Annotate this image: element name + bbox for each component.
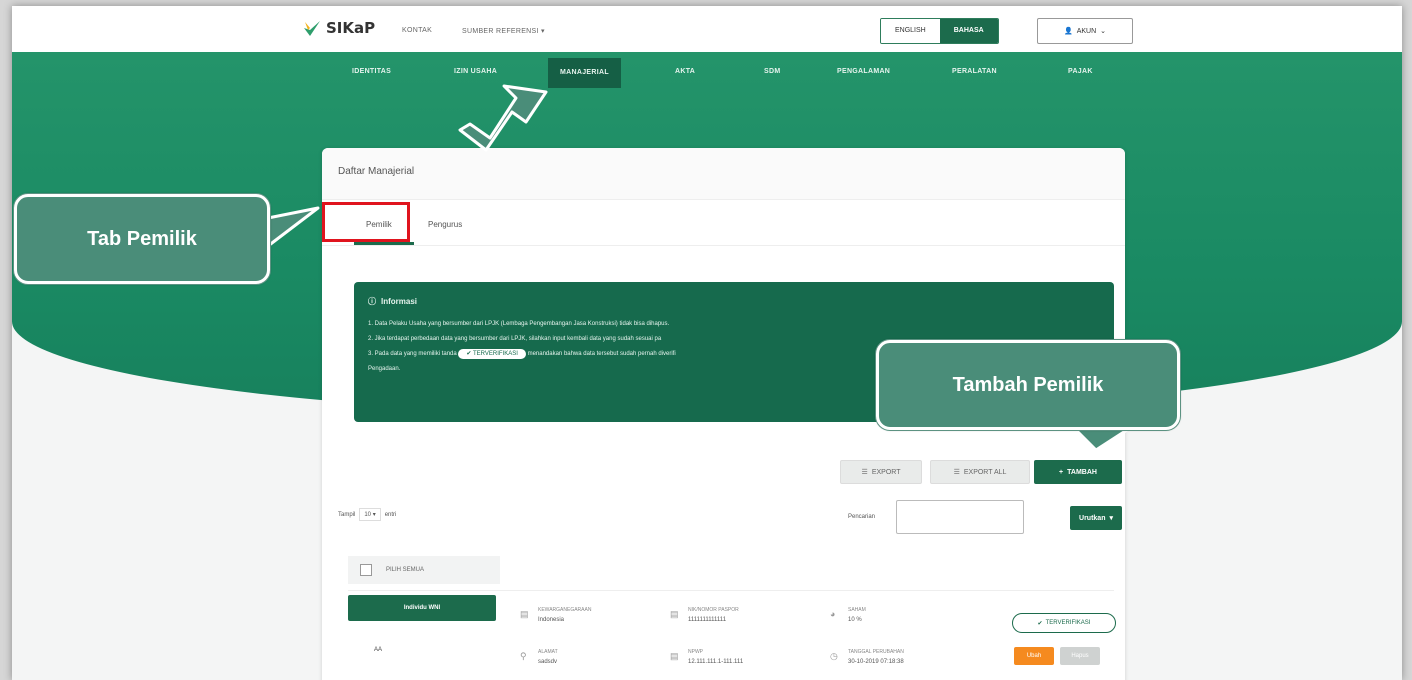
highlight-box-tab-pemilik: [322, 202, 410, 242]
callout-tail-tab: [266, 206, 320, 248]
annotation-overlay: [266, 84, 1132, 452]
callout-tambah-pemilik: Tambah Pemilik: [876, 340, 1180, 430]
callout-tail-tambah: [1072, 426, 1132, 452]
callout-tab-pemilik: Tab Pemilik: [14, 194, 270, 284]
arrow-pointer-icon: [458, 84, 548, 152]
